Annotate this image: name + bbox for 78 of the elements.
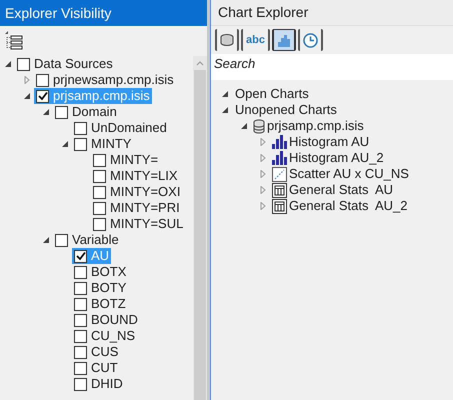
scrollbar-thumb[interactable] [194, 70, 206, 400]
tree-item-label[interactable]: MINTY= [110, 152, 158, 168]
tree-item-label[interactable]: BOTZ [91, 296, 126, 312]
tree-item-label[interactable]: General Stats AU [289, 182, 394, 198]
tree-item-label[interactable]: BOTX [91, 264, 126, 280]
expanded-arrow-icon[interactable] [61, 140, 69, 148]
expanded-arrow-icon[interactable] [240, 122, 248, 130]
checkbox[interactable] [74, 330, 87, 342]
checkbox[interactable] [74, 282, 87, 294]
checkbox[interactable] [74, 298, 87, 310]
tree-item-label[interactable]: Histogram AU [289, 134, 370, 150]
checkbox[interactable] [93, 186, 106, 198]
expanded-arrow-icon[interactable] [42, 108, 50, 116]
tree-item-label[interactable]: CUS [91, 344, 118, 360]
database-icon [220, 34, 234, 46]
tree-item-label[interactable]: MINTY=PRI [110, 200, 180, 216]
tree-item-label[interactable]: Open Charts [235, 86, 309, 102]
checkbox[interactable] [93, 218, 106, 230]
tree-item-label[interactable]: UnDomained [91, 120, 167, 136]
tree-item-label[interactable]: Scatter AU x CU_NS [289, 166, 409, 182]
text-glyph: abc [246, 34, 265, 46]
tree-item-label[interactable]: prjsamp.cmp.isis [267, 118, 364, 134]
tree-item-label[interactable]: Variable [72, 232, 119, 248]
tree-item-label[interactable]: prjnewsamp.cmp.isis [53, 72, 174, 88]
bar-chart-icon [276, 33, 291, 47]
toolbar-button[interactable] [215, 29, 239, 51]
tree-item-label[interactable]: General Stats AU_2 [289, 198, 408, 214]
checkbox[interactable] [93, 170, 106, 182]
toolbar-button[interactable]: abc [241, 29, 270, 51]
tree-item-label[interactable]: Domain [72, 104, 117, 120]
checkmark-icon [38, 91, 48, 101]
tree-item-label[interactable]: MINTY=OXI [110, 184, 180, 200]
tree-item-label[interactable]: Histogram AU_2 [289, 150, 384, 166]
checkbox[interactable] [17, 58, 30, 70]
tree-item-label[interactable]: CUT [91, 360, 118, 376]
table-icon [272, 198, 287, 214]
toolbar-button[interactable] [272, 29, 296, 51]
tree-item-label[interactable]: CU_NS [91, 328, 136, 344]
toolbar-button[interactable] [298, 29, 323, 51]
tree-item-label[interactable]: BOUND [91, 312, 138, 328]
search-field[interactable]: Search [211, 54, 453, 80]
checkbox[interactable] [93, 154, 106, 166]
checkbox[interactable] [36, 74, 49, 86]
expanded-arrow-icon[interactable] [23, 92, 31, 100]
panel-title: Chart Explorer [218, 3, 308, 22]
scatter-plot-icon [272, 166, 287, 182]
scrollbar[interactable] [193, 56, 207, 400]
expanded-arrow-icon[interactable] [221, 90, 229, 98]
tree-item-label[interactable]: Unopened Charts [235, 102, 337, 118]
tree-item-label[interactable]: MINTY=LIX [110, 168, 178, 184]
tree-item-label[interactable]: Data Sources [34, 56, 113, 72]
checkbox[interactable] [74, 314, 87, 326]
expanded-arrow-icon[interactable] [42, 236, 50, 244]
tree-item-label[interactable]: MINTY=SUL [110, 216, 184, 232]
checkbox[interactable] [74, 266, 87, 278]
checkbox[interactable] [36, 90, 49, 102]
clock-icon [302, 32, 318, 48]
checkbox[interactable] [93, 202, 106, 214]
checkbox[interactable] [74, 346, 87, 358]
checkbox[interactable] [74, 122, 87, 134]
panel-title: Explorer Visibility [5, 4, 112, 23]
checkbox[interactable] [74, 138, 87, 150]
database-icon [253, 118, 265, 134]
expanded-arrow-icon[interactable] [221, 106, 229, 114]
checkmark-icon [76, 251, 86, 261]
tree-item-label[interactable]: MINTY [91, 136, 132, 152]
histogram-icon [272, 151, 287, 165]
tree-item-label[interactable]: BOTY [91, 280, 126, 296]
checkbox[interactable] [74, 378, 87, 390]
tree-item-label[interactable]: DHID [91, 376, 123, 392]
checkbox[interactable] [55, 234, 68, 246]
checkbox[interactable] [55, 106, 68, 118]
checkbox[interactable] [74, 250, 87, 262]
table-icon [272, 182, 287, 198]
expanded-arrow-icon[interactable] [4, 60, 12, 68]
checkbox[interactable] [74, 362, 87, 374]
tree-list-icon[interactable] [5, 31, 23, 51]
histogram-icon [272, 135, 287, 149]
